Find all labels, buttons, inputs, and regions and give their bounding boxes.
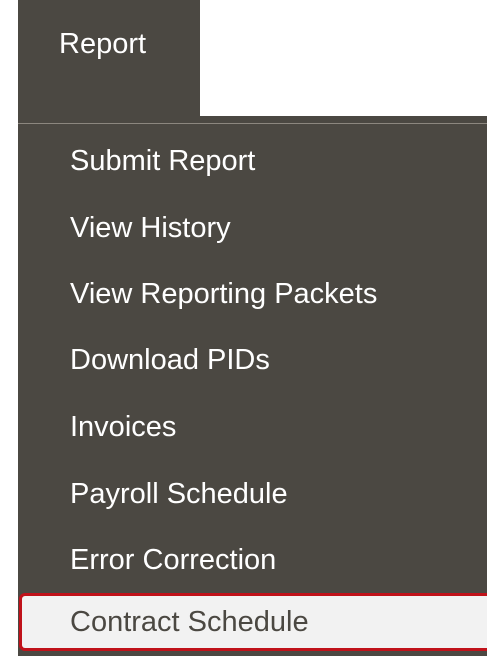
menu-item-label: Submit Report	[70, 145, 256, 177]
menu-item-payroll-schedule[interactable]: Payroll Schedule	[18, 466, 487, 522]
menu-item-label: Contract Schedule	[70, 606, 309, 638]
menu-item-label: Invoices	[70, 411, 177, 443]
menu-item-label: Download PIDs	[70, 344, 270, 376]
menu-item-view-reporting-packets[interactable]: View Reporting Packets	[18, 266, 487, 322]
menu-item-label: View History	[70, 212, 231, 244]
menu-item-label: Payroll Schedule	[70, 478, 288, 510]
report-menu-tab-label: Report	[59, 28, 147, 60]
report-menu-screen: Report Submit Report View History View R…	[0, 0, 487, 656]
report-menu-tab[interactable]: Report	[18, 0, 200, 116]
menu-item-invoices[interactable]: Invoices	[18, 399, 487, 455]
menu-item-error-correction[interactable]: Error Correction	[18, 532, 487, 588]
menu-item-label: View Reporting Packets	[70, 278, 378, 310]
menu-item-submit-report[interactable]: Submit Report	[18, 133, 487, 189]
report-dropdown-menu: Submit Report View History View Reportin…	[18, 116, 487, 656]
menu-divider	[18, 123, 487, 124]
menu-item-contract-schedule[interactable]: Contract Schedule	[19, 593, 487, 651]
menu-item-download-pids[interactable]: Download PIDs	[18, 332, 487, 388]
menu-item-view-history[interactable]: View History	[18, 200, 487, 256]
menu-item-label: Error Correction	[70, 544, 277, 576]
